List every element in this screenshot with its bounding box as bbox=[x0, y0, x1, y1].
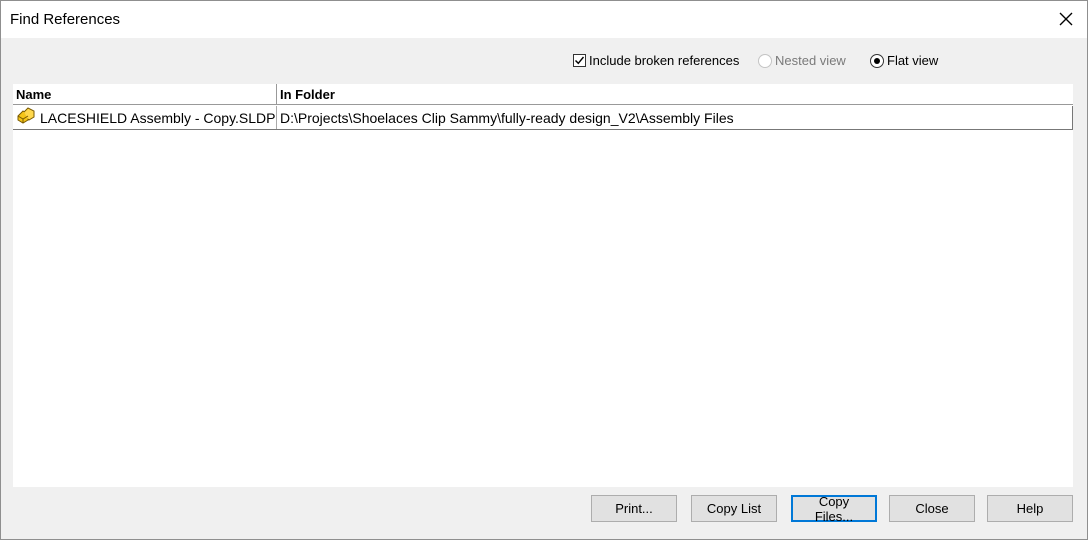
file-name: LACESHIELD Assembly - Copy.SLDP bbox=[40, 109, 276, 126]
cell-folder: D:\Projects\Shoelaces Clip Sammy\fully-r… bbox=[280, 109, 734, 126]
flat-view-option[interactable]: Flat view bbox=[870, 53, 938, 68]
flat-view-label: Flat view bbox=[887, 53, 939, 68]
help-button[interactable]: Help bbox=[987, 495, 1073, 522]
dialog-title: Find References bbox=[10, 11, 121, 28]
nested-view-radio bbox=[758, 53, 772, 68]
find-references-dialog: Find References Include broken reference… bbox=[0, 0, 1088, 540]
include-broken-option[interactable]: Include broken references bbox=[573, 53, 739, 68]
cell-name: LACESHIELD Assembly - Copy.SLDP bbox=[13, 106, 277, 129]
flat-view-radio[interactable] bbox=[870, 53, 884, 68]
title-bar: Find References bbox=[1, 1, 1087, 38]
view-options: Include broken references Nested view Fl… bbox=[1, 51, 1087, 73]
table-row[interactable]: LACESHIELD Assembly - Copy.SLDP D:\Proje… bbox=[13, 106, 1073, 130]
include-broken-checkbox[interactable] bbox=[573, 54, 586, 67]
list-header: Name In Folder bbox=[13, 84, 1073, 105]
assembly-icon bbox=[16, 107, 36, 128]
references-list[interactable]: Name In Folder LACESHIELD Assembly - Cop… bbox=[13, 84, 1073, 487]
column-header-name[interactable]: Name bbox=[13, 84, 277, 104]
print-button[interactable]: Print... bbox=[591, 495, 677, 522]
copy-files-button[interactable]: Copy Files... bbox=[791, 494, 877, 524]
include-broken-label: Include broken references bbox=[589, 53, 740, 68]
close-button[interactable]: Close bbox=[889, 495, 975, 522]
nested-view-label: Nested view bbox=[775, 53, 846, 68]
button-bar: Print... Copy List Copy Files... Close H… bbox=[1, 494, 1087, 524]
nested-view-option: Nested view bbox=[758, 53, 846, 68]
close-icon[interactable] bbox=[1057, 10, 1075, 28]
column-header-folder[interactable]: In Folder bbox=[277, 84, 335, 107]
copy-list-button[interactable]: Copy List bbox=[691, 495, 777, 522]
